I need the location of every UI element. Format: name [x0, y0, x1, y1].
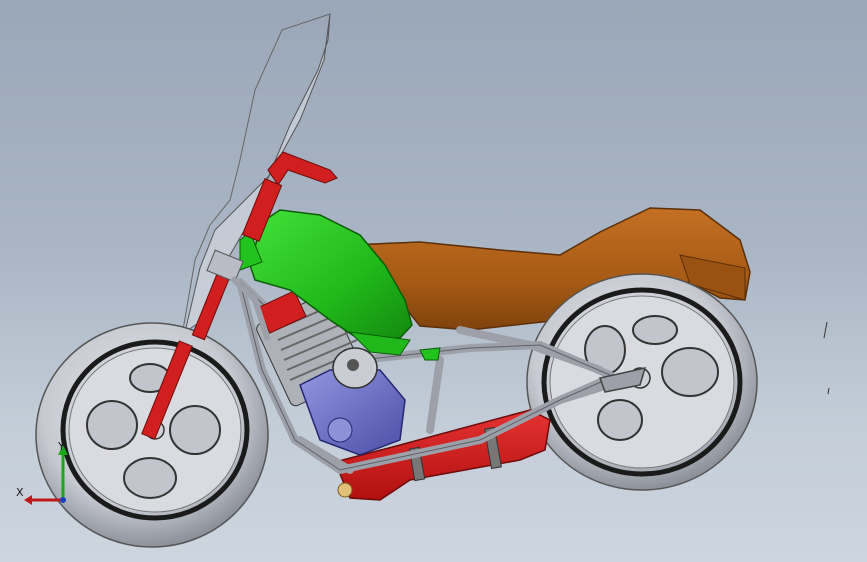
- graphics-viewport[interactable]: Y X: [0, 0, 867, 562]
- reference-triad: [24, 445, 68, 505]
- y-axis-label: Y: [58, 440, 65, 453]
- x-axis-label: X: [16, 486, 24, 499]
